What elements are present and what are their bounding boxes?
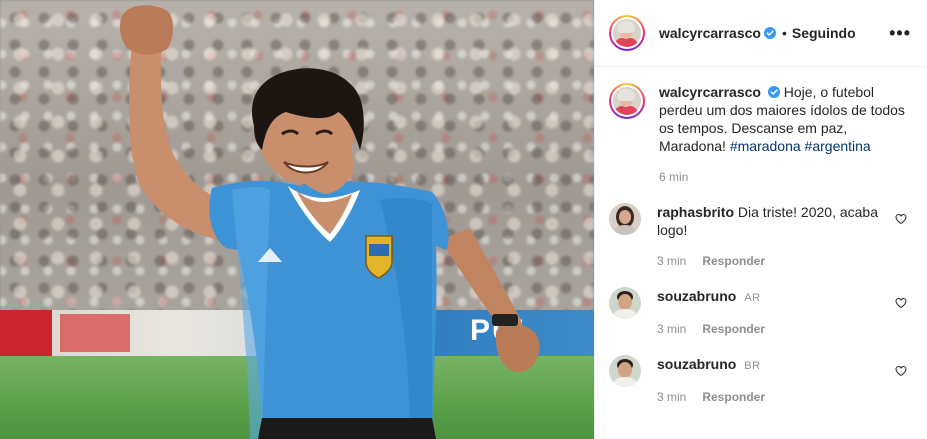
commenter-avatar[interactable]	[609, 287, 641, 319]
commenter-username[interactable]: raphasbrito	[657, 204, 734, 220]
hashtag-link[interactable]: #maradona	[730, 138, 801, 154]
commenter-avatar[interactable]	[609, 203, 641, 235]
verified-badge-icon	[763, 27, 776, 39]
reply-button[interactable]: Responder	[702, 323, 765, 335]
commenter-username[interactable]: souzabruno	[657, 356, 736, 372]
hashtag-link[interactable]: #argentina	[805, 138, 871, 154]
verified-badge-icon	[767, 86, 780, 98]
caption: walcyrcarrasco Hoje, o futebol perdeu um…	[609, 83, 911, 183]
post-photo[interactable]: PUI	[0, 0, 594, 439]
comment-time: 3 min	[657, 322, 687, 336]
more-options-icon[interactable]: •••	[889, 23, 911, 44]
author-username[interactable]: walcyrcarrasco	[659, 25, 761, 41]
commenter-avatar[interactable]	[609, 355, 641, 387]
author-avatar[interactable]	[609, 15, 645, 51]
reply-button[interactable]: Responder	[702, 391, 765, 403]
comment-item: souzabruno BR 3 min Responder	[609, 355, 911, 403]
caption-avatar[interactable]	[609, 83, 645, 119]
heart-outline-icon[interactable]	[895, 365, 907, 377]
heart-outline-icon[interactable]	[895, 213, 907, 225]
footballer-figure	[119, 5, 540, 439]
author-info: walcyrcarrasco • Seguindo	[659, 25, 856, 41]
comment-item: souzabruno AR 3 min Responder	[609, 287, 911, 335]
separator-dot: •	[781, 25, 787, 41]
commenter-username[interactable]: souzabruno	[657, 288, 736, 304]
reply-button[interactable]: Responder	[702, 255, 765, 267]
country-flag: BR	[744, 360, 761, 372]
post-sidebar: walcyrcarrasco • Seguindo ••• walcyrcarr…	[594, 0, 927, 439]
comment-time: 3 min	[657, 254, 687, 268]
comments-thread: walcyrcarrasco Hoje, o futebol perdeu um…	[595, 67, 927, 403]
caption-time: 6 min	[659, 170, 689, 184]
instagram-post: PUI	[0, 0, 927, 439]
post-header: walcyrcarrasco • Seguindo •••	[595, 0, 927, 67]
comment-item: raphasbrito Dia triste! 2020, acaba logo…	[609, 203, 911, 267]
country-flag: AR	[744, 292, 761, 304]
comment-time: 3 min	[657, 390, 687, 404]
following-button[interactable]: Seguindo	[792, 25, 856, 41]
caption-username[interactable]: walcyrcarrasco	[659, 84, 761, 100]
heart-outline-icon[interactable]	[895, 297, 907, 309]
